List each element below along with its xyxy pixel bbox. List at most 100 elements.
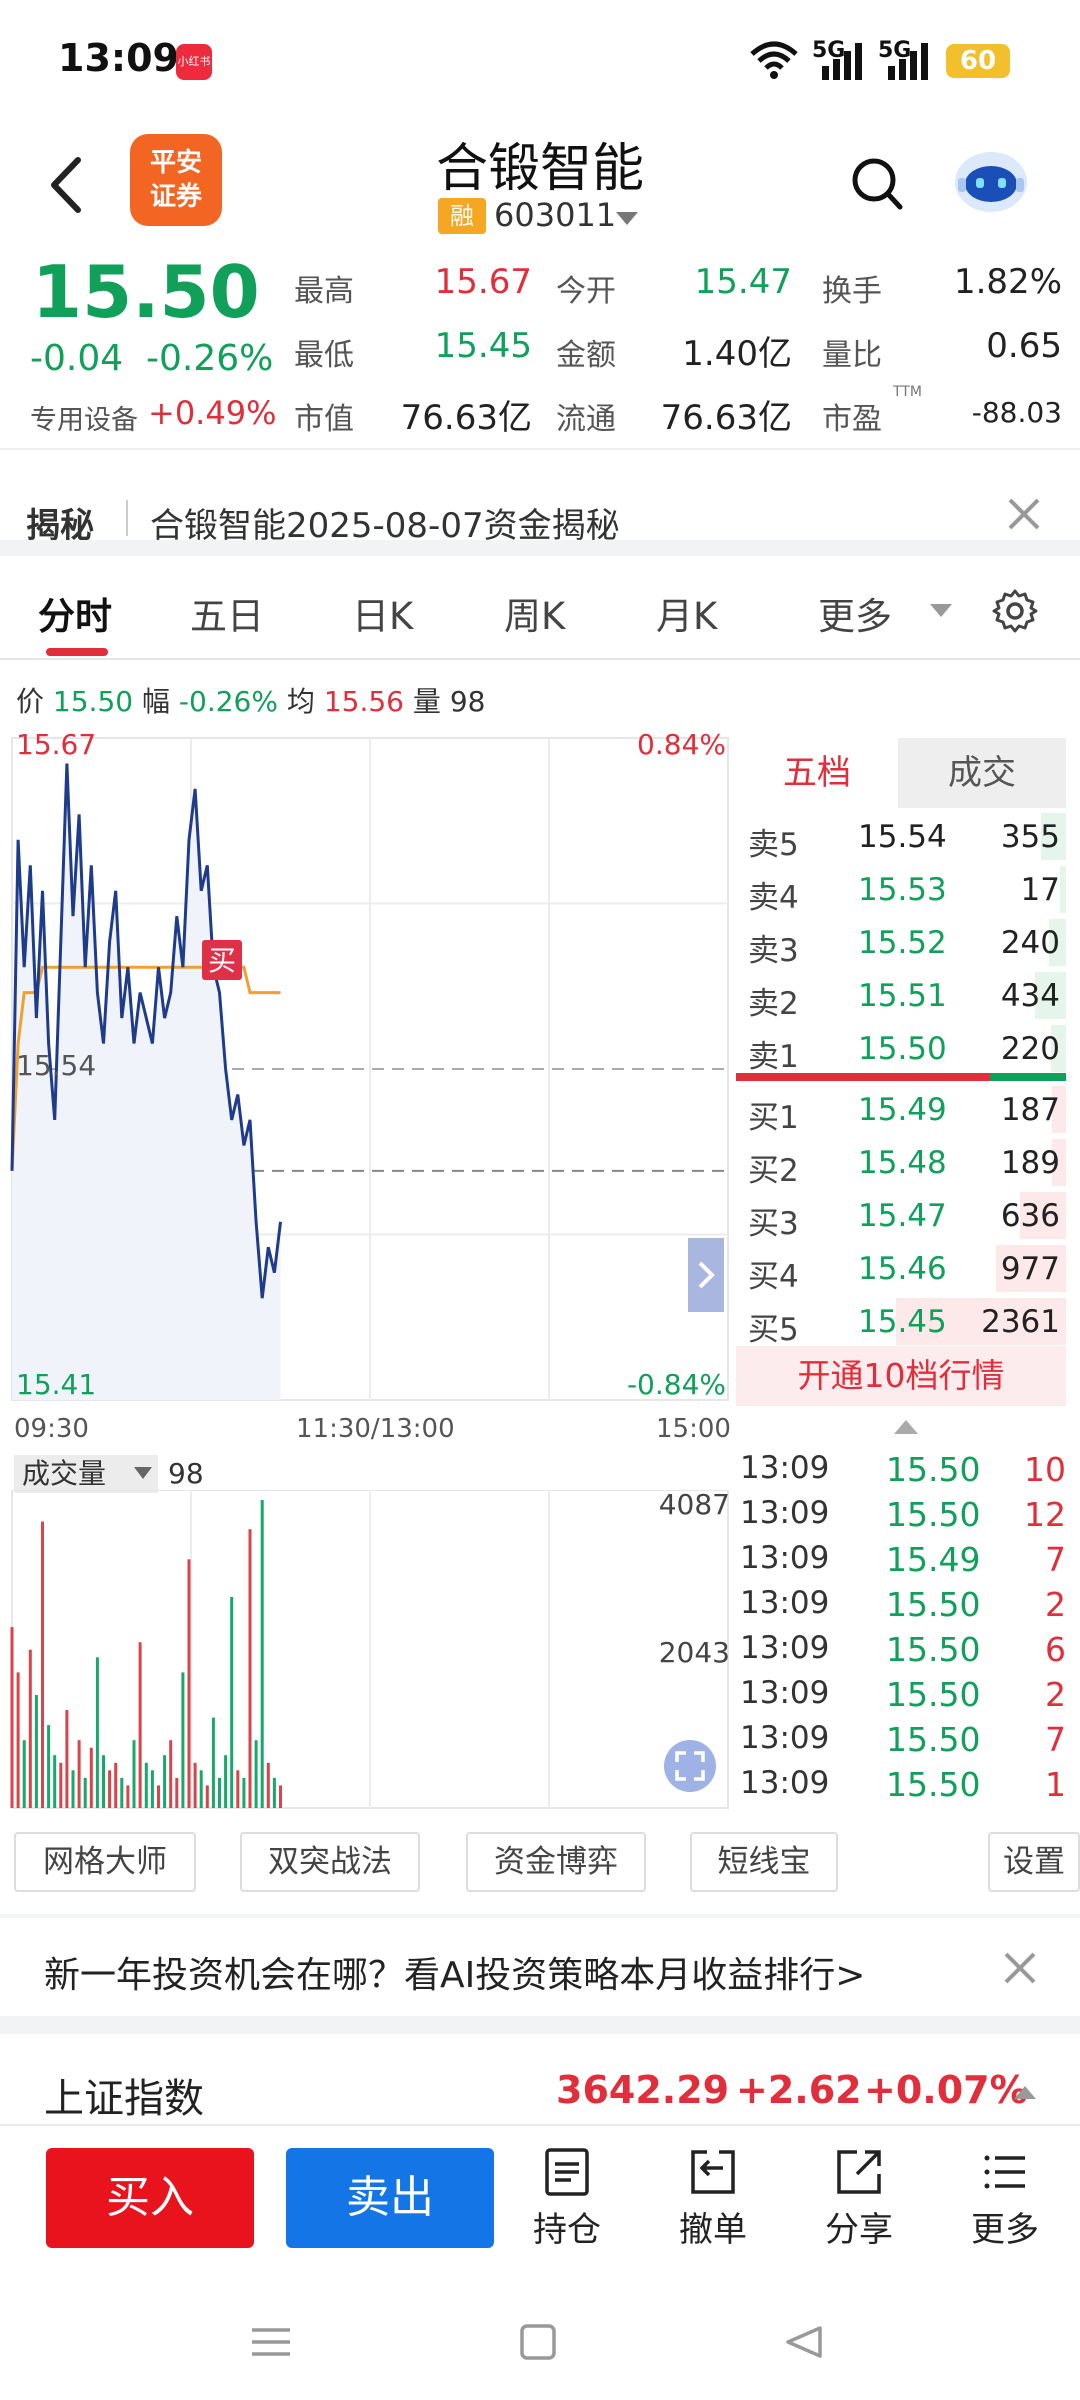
volume-bar [28,1649,32,1808]
chevron-down-icon[interactable] [134,1467,152,1479]
stock-code[interactable]: 603011 [494,196,616,234]
volume-bar [242,1777,246,1808]
trade-price: 15.49 [886,1540,981,1579]
tab-five-levels[interactable]: 五档 [736,738,898,808]
bid-row[interactable]: 买2 15.48 189 [736,1136,1066,1189]
recent-apps-icon[interactable] [252,2328,290,2356]
bid-row[interactable]: 买1 15.49 187 [736,1083,1066,1136]
volume-bar [22,1740,26,1808]
chevron-down-icon[interactable] [930,604,952,617]
volume-bar [224,1755,228,1808]
bid-price: 15.45 [858,1304,947,1340]
ask-row[interactable]: 卖3 15.52 240 [736,916,1066,969]
cancel-order-button[interactable]: 撤单 [658,2146,768,2256]
position-label: 持仓 [533,2210,601,2250]
open-10-levels-button[interactable]: 开通10档行情 [736,1346,1066,1406]
y-mid-label: 15.54 [16,1049,96,1082]
info-avg: 15.56 [323,685,404,718]
volume-bar [163,1755,167,1808]
trade-price: 15.50 [886,1585,981,1624]
industry-label[interactable]: 专用设备 [30,398,138,437]
tab-five-day[interactable]: 五日 [190,586,264,640]
short-line-button[interactable]: 短线宝 [690,1832,838,1892]
settings-button[interactable]: 设置 [988,1832,1080,1892]
ask-row[interactable]: 卖4 15.53 17 [736,863,1066,916]
trade-price: 15.50 [886,1720,981,1759]
ask-price: 15.51 [858,978,947,1014]
tab-more[interactable]: 更多 [818,586,892,640]
ask-row[interactable]: 卖2 15.51 434 [736,969,1066,1022]
info-amp-label: 幅 [142,685,171,718]
news-banner[interactable]: 揭秘 合锻智能2025-08-07资金揭秘 [0,470,1080,546]
close-icon[interactable] [1004,494,1044,534]
grid-master-button[interactable]: 网格大师 [14,1832,196,1892]
info-vol-label: 量 [412,685,441,718]
ask-level-label: 卖3 [748,933,799,969]
margin-badge: 融 [438,198,486,234]
ask-ratio [736,1073,990,1081]
bid-ask-ratio-bar [736,1073,1066,1081]
share-button[interactable]: 分享 [804,2146,914,2256]
chevron-down-icon[interactable] [616,212,638,225]
tab-trades[interactable]: 成交 [898,738,1066,808]
double-breakout-button[interactable]: 双突战法 [240,1832,420,1892]
volume-bar [279,1785,282,1808]
sell-button[interactable]: 卖出 [286,2148,494,2248]
bid-row[interactable]: 买5 15.45 2361 [736,1295,1066,1348]
bid-volume: 977 [1000,1251,1060,1287]
order-book-tabs: 五档 成交 [736,738,1066,808]
buy-button[interactable]: 买入 [46,2148,254,2248]
more-button[interactable]: 更多 [950,2146,1060,2256]
industry-change[interactable]: +0.49% [148,394,276,432]
ask-volume-bar [1060,866,1066,913]
divider [0,2016,1080,2034]
pe-value: -88.03 [971,396,1062,429]
bid-row[interactable]: 买3 15.47 636 [736,1189,1066,1242]
volume-bar [144,1762,148,1808]
volume-bar [248,1529,252,1808]
volume-bar [10,1627,14,1808]
volume-bar [138,1642,142,1808]
low-value: 15.45 [434,326,532,366]
volume-bar [108,1770,112,1808]
active-tab-indicator [46,648,108,656]
fullscreen-button[interactable] [664,1740,716,1792]
home-icon[interactable] [520,2324,556,2360]
trade-price: 15.50 [886,1495,981,1534]
tab-weekly-k[interactable]: 周K [504,586,565,640]
intraday-chart[interactable]: 15.67 0.84% 15.54 15.41 -0.84% 买 [0,730,730,1440]
trade-price: 15.50 [886,1450,981,1489]
ask-row[interactable]: 卖1 15.50 220 [736,1022,1066,1075]
position-icon [545,2148,589,2196]
float-cap-value: 76.63亿 [660,398,792,438]
fund-game-button[interactable]: 资金博弈 [466,1832,646,1892]
back-icon[interactable] [786,2326,822,2358]
search-icon[interactable] [850,154,906,214]
trade-row: 13:09 15.50 6 [740,1630,1066,1674]
buy-marker[interactable]: 买 [202,940,242,980]
tab-intraday[interactable]: 分时 [38,586,112,640]
bid-row[interactable]: 买4 15.46 977 [736,1242,1066,1295]
ai-robot-icon[interactable] [950,144,1032,216]
gear-icon[interactable] [990,586,1040,636]
expand-side-panel-button[interactable] [688,1238,724,1312]
close-icon[interactable] [1000,1948,1040,1988]
ask-row[interactable]: 卖5 15.54 355 [736,810,1066,863]
index-ticker[interactable]: 上证指数 3642.29 +2.62 +0.07% [0,2034,1080,2144]
amount-value: 1.40亿 [682,334,792,374]
open-value: 15.47 [694,262,792,302]
volume-chart[interactable]: 4087 2043 [0,1490,730,1810]
trade-volume: 2 [1045,1585,1066,1624]
bid-level-label: 买2 [748,1153,799,1189]
chevron-up-icon[interactable] [1014,2086,1036,2099]
scroll-up-icon[interactable] [894,1420,918,1434]
promo-text[interactable]: 新一年投资机会在哪？看AI投资策略本月收益排行> [44,1946,865,1998]
chart-tabs: 分时 五日 日K 周K 月K 更多 [0,556,1080,660]
bid-volume: 187 [1000,1092,1060,1128]
tab-daily-k[interactable]: 日K [352,586,413,640]
position-button[interactable]: 持仓 [512,2146,622,2256]
promo-banner[interactable]: 新一年投资机会在哪？看AI投资策略本月收益排行> [0,1918,1080,2018]
tab-monthly-k[interactable]: 月K [656,586,717,640]
turnover-label: 换手 [822,274,882,309]
ask-level-label: 卖4 [748,880,799,916]
